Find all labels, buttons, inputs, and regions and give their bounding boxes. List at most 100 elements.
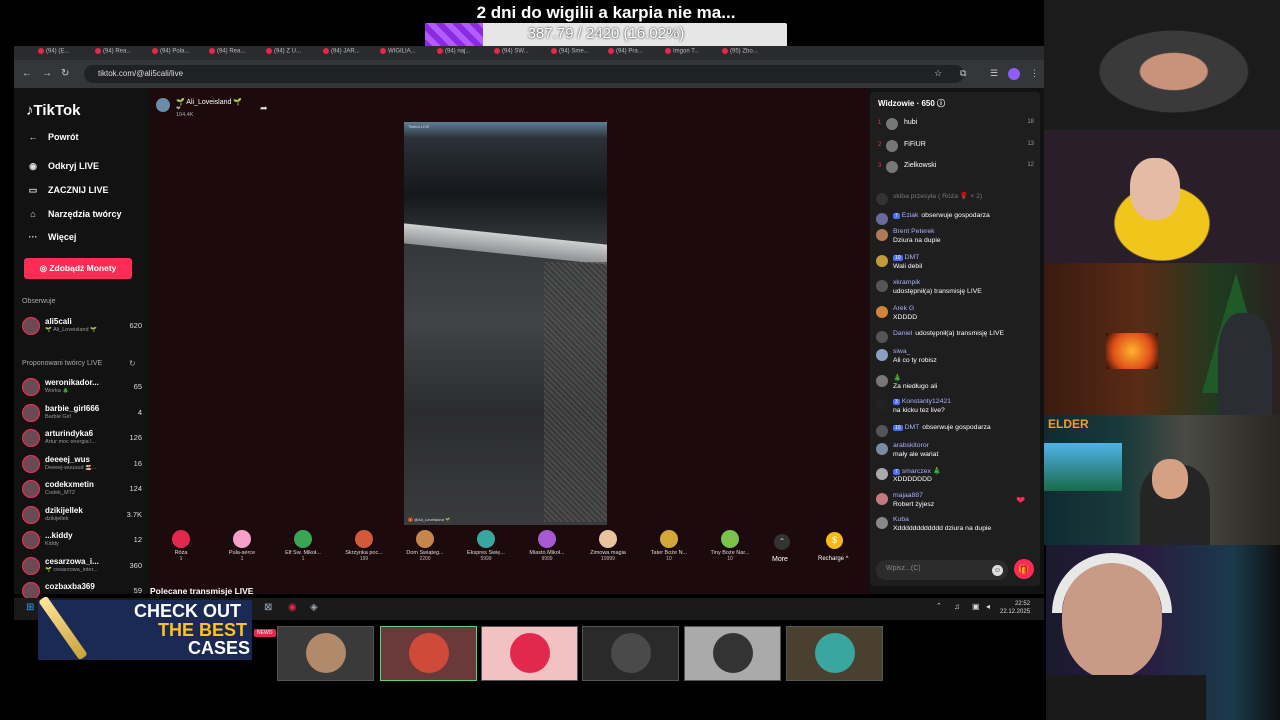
chat-username[interactable]: Konstanty12421: [902, 398, 951, 405]
share-icon[interactable]: ➦: [260, 103, 268, 114]
viewer-name[interactable]: Zielkowski: [904, 162, 936, 169]
browser-tab[interactable]: (94) Z U...: [266, 48, 318, 59]
chat-username[interactable]: DMT: [905, 254, 920, 261]
kebab-menu-icon[interactable]: ⋮: [1030, 68, 1039, 79]
browser-tab[interactable]: WIGILIA...: [380, 48, 432, 59]
gift-item[interactable]: Miasto Mikoł... 9999: [518, 526, 576, 562]
creator-avatar[interactable]: [22, 378, 40, 396]
gift-item[interactable]: Róża 1: [152, 526, 210, 562]
host-avatar[interactable]: [156, 98, 170, 112]
creator-name[interactable]: ...kiddy: [45, 531, 73, 540]
chat-username[interactable]: xkrampik: [893, 279, 920, 286]
chat-avatar[interactable]: [876, 493, 888, 505]
chat-avatar[interactable]: [876, 280, 888, 292]
tiktok-logo[interactable]: ♪TikTok: [26, 102, 80, 119]
extensions-icon[interactable]: ⧉: [960, 68, 966, 79]
browser-tab[interactable]: (94) Rea...: [209, 48, 261, 59]
browser-tab[interactable]: (94) Pra...: [608, 48, 660, 59]
more-gifts-button[interactable]: More: [772, 556, 788, 563]
chat-avatar[interactable]: [876, 213, 888, 225]
chat-username[interactable]: smarczex 🎄: [902, 468, 941, 475]
chat-avatar[interactable]: [876, 349, 888, 361]
chat-avatar[interactable]: [876, 331, 888, 343]
gift-item[interactable]: Dom Świąteg... 2200: [396, 526, 454, 562]
steam-icon[interactable]: ◈: [310, 602, 318, 613]
creator-row[interactable]: deeeej_wus Deeeej-wuuuud 🏖️... 16: [22, 452, 146, 476]
creator-avatar[interactable]: [22, 480, 40, 498]
chat-username[interactable]: Brent Peterek: [893, 228, 935, 235]
host-name[interactable]: 🌱 Ali_Loveisland 🌱: [176, 98, 242, 106]
creator-avatar[interactable]: [22, 403, 40, 422]
creator-avatar[interactable]: [22, 505, 40, 524]
creator-row[interactable]: ali5cali 🌱 Ali_Loveisland 🌱 620: [22, 314, 146, 338]
viewer-avatar[interactable]: [886, 118, 898, 130]
chat-avatar[interactable]: [876, 399, 888, 411]
gift-item[interactable]: Puła-serce 1: [213, 526, 271, 562]
taskbar-clock[interactable]: 22:52 22.12.2025: [1000, 600, 1030, 616]
chat-username[interactable]: siwa_: [893, 348, 910, 355]
creator-avatar[interactable]: [22, 317, 40, 335]
recharge-button[interactable]: Recharge ^: [818, 556, 849, 562]
chat-username[interactable]: Kuba: [893, 516, 909, 523]
sidebar-item-zacznij-live[interactable]: ▭ ZACZNIJ LIVE: [26, 185, 109, 196]
live-video[interactable]: Twiera LIVE 🎁 @Ali_Loveisland 🌱: [404, 122, 607, 525]
chat-username[interactable]: Eziak: [902, 212, 919, 219]
viewer-avatar[interactable]: [886, 139, 898, 152]
top-viewer-row[interactable]: 2 FiFiUR 13: [878, 138, 1034, 154]
creator-avatar[interactable]: [22, 531, 40, 549]
forward-icon[interactable]: →: [42, 68, 52, 79]
chat-avatar[interactable]: [876, 425, 888, 437]
sidebar-item-powrót[interactable]: ← Powrót: [26, 132, 79, 142]
creator-row[interactable]: weronikador... Worka 🎄 65: [22, 375, 146, 399]
creator-name[interactable]: barbie_girl666: [45, 404, 99, 413]
reload-icon[interactable]: ↻: [61, 68, 69, 79]
creator-name[interactable]: weronikador...: [45, 378, 99, 387]
chat-avatar[interactable]: [876, 443, 888, 455]
browser-tab[interactable]: (94) (E...: [38, 48, 90, 59]
creator-name[interactable]: ali5cali: [45, 317, 72, 326]
gift-item[interactable]: Zimowa magia 19999: [579, 526, 637, 562]
chat-input[interactable]: Wpisz...(C): [876, 560, 1008, 580]
creator-name[interactable]: cesarzowa_i...: [45, 557, 99, 566]
gift-item[interactable]: Tiny Boże Nar... 10: [701, 526, 759, 562]
top-viewer-row[interactable]: 1 hubi 18: [878, 116, 1034, 132]
bookmark-star-icon[interactable]: ☆: [934, 68, 942, 79]
chat-avatar[interactable]: [876, 468, 888, 480]
creator-row[interactable]: codekxmetin Codek_MT2 124: [22, 477, 146, 501]
sidebar-item-odkryj-live[interactable]: ◉ Odkryj LIVE: [26, 161, 99, 172]
url-input[interactable]: tiktok.com/@ali5cali/live: [84, 65, 964, 83]
coin-icon[interactable]: $: [826, 532, 843, 549]
chat-username[interactable]: DMT: [905, 424, 920, 431]
creator-name[interactable]: deeeej_wus: [45, 455, 90, 464]
emoji-icon[interactable]: ☺: [992, 565, 1003, 576]
viewers-header[interactable]: Widzowie · 650 ⓘ: [878, 98, 945, 109]
chat-avatar[interactable]: [876, 375, 888, 387]
browser-tab[interactable]: (94) Pola...: [152, 48, 204, 59]
creator-name[interactable]: codekxmetin: [45, 480, 94, 489]
browser-tab[interactable]: (94) Rea...: [95, 48, 147, 59]
gift-item[interactable]: Elf Św. Mikoł... 1: [274, 526, 332, 562]
chevron-up-icon[interactable]: ⌃: [936, 602, 942, 610]
tab-search-icon[interactable]: ☰: [990, 68, 998, 79]
chevron-up-icon[interactable]: ⌃: [774, 534, 790, 550]
viewer-name[interactable]: hubi: [904, 119, 917, 126]
creator-row[interactable]: dzikijellek dzikijellek 3.7K: [22, 503, 146, 527]
browser-tab[interactable]: (94) JAR...: [323, 48, 375, 59]
top-viewer-row[interactable]: 3 Zielkowski 12: [878, 159, 1034, 175]
network-icon[interactable]: ▣: [972, 602, 980, 611]
browser-tab[interactable]: (94) naj...: [437, 48, 489, 59]
profile-avatar[interactable]: [1008, 68, 1020, 80]
chat-avatar[interactable]: [876, 517, 888, 529]
chat-username[interactable]: Daniel: [893, 330, 912, 337]
chrome-icon[interactable]: ◉: [288, 602, 297, 613]
volume-icon[interactable]: ◂: [986, 602, 990, 611]
viewer-name[interactable]: FiFiUR: [904, 141, 926, 148]
viewer-avatar[interactable]: [886, 161, 898, 173]
browser-tab[interactable]: (94) SW...: [494, 48, 546, 59]
windows-start-icon[interactable]: ⊞: [26, 602, 34, 613]
creator-name[interactable]: arturindyka6: [45, 429, 93, 438]
app-icon[interactable]: ⊠: [264, 602, 272, 613]
chat-avatar[interactable]: [876, 306, 888, 318]
browser-tab[interactable]: (94) Sme...: [551, 48, 603, 59]
creator-avatar[interactable]: [22, 454, 40, 473]
